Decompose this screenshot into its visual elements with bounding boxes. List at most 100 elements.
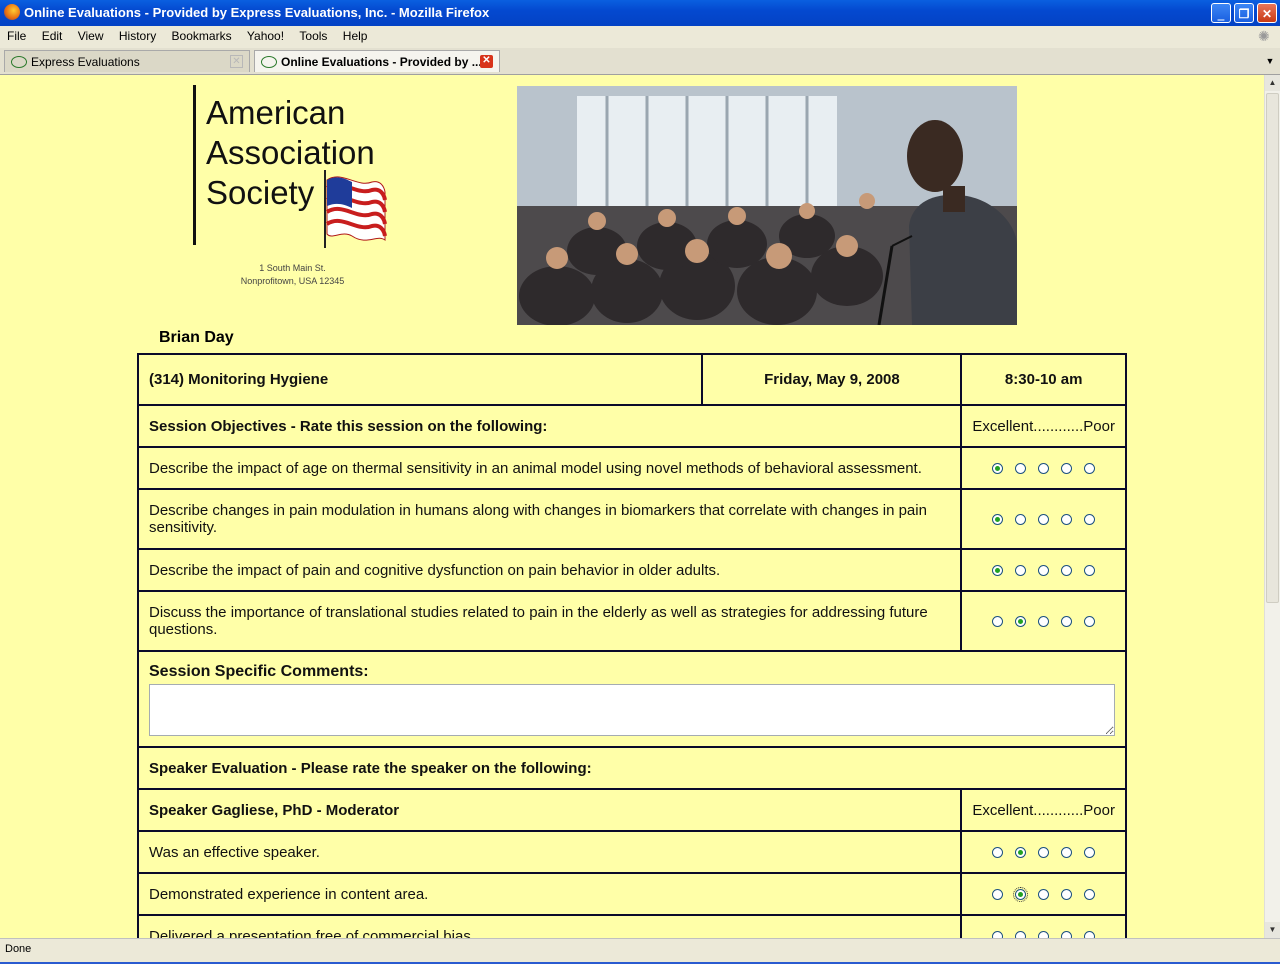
- address-line-2: Nonprofitown, USA 12345: [240, 276, 345, 286]
- site-favicon-icon: [261, 55, 277, 68]
- objectives-heading: Session Objectives - Rate this session o…: [136, 404, 963, 448]
- rating-radio-4[interactable]: [1061, 565, 1073, 577]
- rating-radio-group: [960, 590, 1127, 652]
- objective-text: Discuss the importance of translational …: [136, 590, 963, 652]
- organization-address: 1 South Main St. Nonprofitown, USA 12345: [200, 262, 385, 288]
- tab-express-evaluations[interactable]: Express Evaluations ✕: [4, 50, 250, 72]
- vertical-scrollbar[interactable]: ▲ ▼: [1264, 75, 1280, 938]
- american-flag-icon: [324, 170, 387, 248]
- rating-radio-1[interactable]: [992, 514, 1004, 526]
- menu-help[interactable]: Help: [343, 26, 368, 46]
- restore-button[interactable]: ❐: [1234, 3, 1254, 23]
- rating-radio-5[interactable]: [1084, 931, 1096, 938]
- objective-row: Describe changes in pain modulation in h…: [136, 488, 1127, 550]
- menu-edit[interactable]: Edit: [42, 26, 63, 46]
- rating-scale-label: Excellent............Poor: [960, 788, 1127, 832]
- speaker-evaluation-heading: Speaker Evaluation - Please rate the spe…: [137, 746, 1127, 790]
- objectives-header-row: Session Objectives - Rate this session o…: [136, 404, 1127, 448]
- rating-radio-3[interactable]: [1038, 889, 1050, 901]
- speaker-criterion-row: Delivered a presentation free of commerc…: [136, 914, 1127, 938]
- rating-radio-2[interactable]: [1015, 616, 1027, 628]
- objective-row: Discuss the importance of translational …: [136, 590, 1127, 652]
- rating-radio-4[interactable]: [1061, 889, 1073, 901]
- tab-close-icon[interactable]: ✕: [480, 55, 493, 68]
- rating-radio-5[interactable]: [1084, 616, 1096, 628]
- rating-radio-group: [960, 872, 1127, 916]
- rating-radio-1[interactable]: [992, 616, 1004, 628]
- speaker-evaluation-header-row: Speaker Evaluation - Please rate the spe…: [137, 746, 1127, 790]
- rating-radio-2[interactable]: [1015, 514, 1027, 526]
- status-text: Done: [5, 943, 32, 955]
- list-all-tabs-button[interactable]: ▼: [1262, 52, 1278, 70]
- rating-radio-5[interactable]: [1084, 565, 1096, 577]
- rating-radio-5[interactable]: [1084, 463, 1096, 475]
- rating-radio-3[interactable]: [1038, 931, 1050, 938]
- menu-view[interactable]: View: [78, 26, 104, 46]
- menu-bookmarks[interactable]: Bookmarks: [172, 26, 232, 46]
- scroll-up-icon[interactable]: ▲: [1265, 75, 1280, 91]
- objective-text: Describe the impact of age on thermal se…: [136, 446, 963, 490]
- rating-radio-5[interactable]: [1084, 889, 1096, 901]
- menu-bar: File Edit View History Bookmarks Yahoo! …: [0, 26, 1280, 46]
- evaluation-table: (314) Monitoring Hygiene Friday, May 9, …: [136, 353, 1127, 938]
- objective-text: Describe the impact of pain and cognitiv…: [136, 548, 963, 592]
- rating-radio-group: [960, 548, 1127, 592]
- tab-label: Express Evaluations: [31, 55, 140, 69]
- rating-radio-group: [960, 830, 1127, 874]
- minimize-button[interactable]: ‗: [1211, 3, 1231, 23]
- menu-history[interactable]: History: [119, 26, 156, 46]
- criterion-text: Delivered a presentation free of commerc…: [136, 914, 963, 938]
- rating-radio-3[interactable]: [1038, 616, 1050, 628]
- rating-radio-3[interactable]: [1038, 847, 1050, 859]
- rating-radio-4[interactable]: [1061, 616, 1073, 628]
- objective-row: Describe the impact of pain and cognitiv…: [136, 548, 1127, 592]
- rating-radio-1[interactable]: [992, 847, 1004, 859]
- throbber-icon: ✺: [1258, 28, 1270, 44]
- rating-radio-5[interactable]: [1084, 847, 1096, 859]
- rating-radio-1[interactable]: [992, 463, 1004, 475]
- menu-tools[interactable]: Tools: [299, 26, 327, 46]
- menu-yahoo[interactable]: Yahoo!: [247, 26, 284, 46]
- rating-radio-4[interactable]: [1061, 931, 1073, 938]
- rating-radio-2[interactable]: [1015, 931, 1027, 938]
- comments-cell: Session Specific Comments:: [137, 650, 1127, 748]
- rating-radio-1[interactable]: [992, 931, 1004, 938]
- session-title: (314) Monitoring Hygiene: [136, 353, 704, 406]
- rating-radio-1[interactable]: [992, 889, 1004, 901]
- scroll-down-icon[interactable]: ▼: [1265, 922, 1280, 938]
- tab-close-icon[interactable]: ✕: [230, 55, 243, 68]
- site-favicon-icon: [11, 55, 27, 68]
- rating-scale-label: Excellent............Poor: [960, 404, 1127, 448]
- session-time: 8:30-10 am: [960, 353, 1127, 406]
- rating-radio-4[interactable]: [1061, 463, 1073, 475]
- tab-online-evaluations[interactable]: Online Evaluations - Provided by ... ✕: [254, 50, 500, 72]
- rating-radio-4[interactable]: [1061, 847, 1073, 859]
- speaker-criterion-row: Demonstrated experience in content area.: [136, 872, 1127, 916]
- objective-row: Describe the impact of age on thermal se…: [136, 446, 1127, 490]
- rating-radio-2[interactable]: [1015, 565, 1027, 577]
- rating-radio-5[interactable]: [1084, 514, 1096, 526]
- scrollbar-thumb[interactable]: [1266, 93, 1279, 603]
- tab-bar: Express Evaluations ✕ Online Evaluations…: [0, 48, 1280, 75]
- close-window-button[interactable]: ✕: [1257, 3, 1277, 23]
- window-title: Online Evaluations - Provided by Express…: [24, 5, 490, 20]
- rating-radio-1[interactable]: [992, 565, 1004, 577]
- session-info-row: (314) Monitoring Hygiene Friday, May 9, …: [136, 353, 1127, 406]
- speaker-name: Speaker Gagliese, PhD - Moderator: [136, 788, 963, 832]
- window-title-bar: Online Evaluations - Provided by Express…: [0, 0, 1280, 26]
- rating-radio-2[interactable]: [1015, 463, 1027, 475]
- menu-file[interactable]: File: [7, 26, 26, 46]
- rating-radio-4[interactable]: [1061, 514, 1073, 526]
- comments-textarea[interactable]: [149, 684, 1115, 736]
- objective-text: Describe changes in pain modulation in h…: [136, 488, 963, 550]
- address-line-1: 1 South Main St.: [259, 263, 326, 273]
- rating-radio-3[interactable]: [1038, 463, 1050, 475]
- attendee-name: Brian Day: [159, 329, 234, 346]
- firefox-icon: [4, 4, 20, 20]
- audience-photo: [517, 86, 1017, 325]
- rating-radio-2[interactable]: [1013, 887, 1029, 903]
- session-date: Friday, May 9, 2008: [701, 353, 963, 406]
- rating-radio-3[interactable]: [1038, 565, 1050, 577]
- rating-radio-3[interactable]: [1038, 514, 1050, 526]
- rating-radio-2[interactable]: [1015, 847, 1027, 859]
